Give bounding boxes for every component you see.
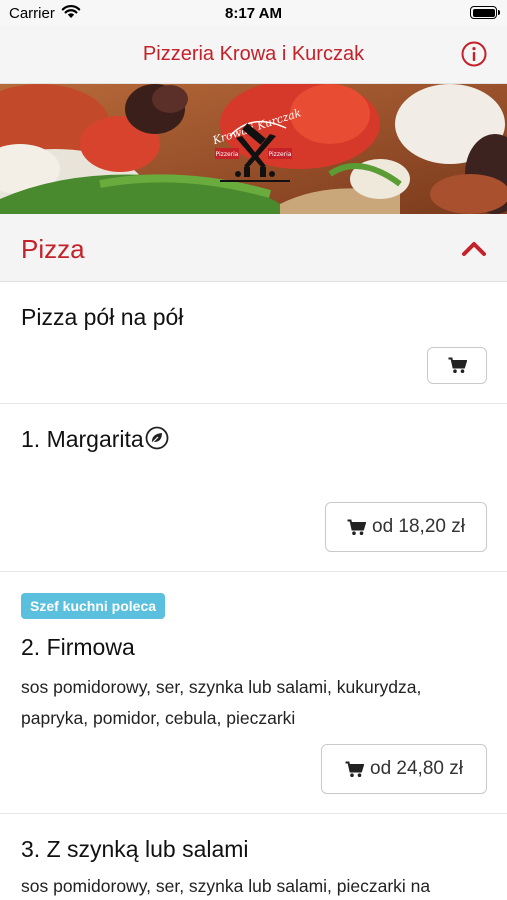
menu-item-description: sos pomidorowy, ser, szynka lub salami, … (21, 677, 422, 728)
chef-recommends-badge: Szef kuchni poleca (21, 593, 166, 619)
logo-sub-left: Pizzeria (216, 151, 239, 158)
status-bar: Carrier 8:17 AM (0, 0, 507, 26)
category-header-pizza[interactable]: Pizza (0, 214, 507, 282)
pizza-banner-image: Krowa i Kurczak Pizzeria Pizzeria (0, 84, 507, 214)
menu-item[interactable]: Pizza pół na pół (0, 283, 507, 404)
add-to-cart-button[interactable] (427, 347, 487, 384)
logo-sub-right: Pizzeria (269, 151, 292, 158)
menu-item[interactable]: 1. Margarita od 18,20 zł (0, 404, 507, 572)
menu-item-description: sos pomidorowy, ser, szynka lub salami, … (21, 876, 431, 896)
menu-item-name: 1. Margarita (21, 426, 169, 453)
add-to-cart-button[interactable]: od 24,80 zł (321, 744, 487, 794)
add-to-cart-button[interactable]: od 18,20 zł (325, 502, 487, 552)
status-time: 8:17 AM (225, 5, 282, 22)
chevron-up-icon[interactable] (461, 239, 487, 257)
menu-item[interactable]: 3. Z szynką lub salami sos pomidorowy, s… (0, 814, 507, 900)
battery-icon (470, 6, 500, 19)
menu-item-name: 2. Firmowa (21, 634, 135, 660)
cart-icon (448, 357, 467, 373)
info-icon[interactable] (461, 41, 487, 67)
menu-item-name: 3. Z szynką lub salami (21, 836, 249, 862)
menu-item-name: Pizza pół na pół (21, 304, 184, 330)
price-label: od 24,80 zł (370, 758, 463, 779)
price-label: od 18,20 zł (372, 516, 465, 537)
hero-banner: Krowa i Kurczak Pizzeria Pizzeria (0, 84, 507, 214)
menu-item[interactable]: Szef kuchni poleca 2. Firmowa sos pomido… (0, 572, 507, 814)
menu-item-name-text: 1. Margarita (21, 426, 144, 452)
page-title: Pizzeria Krowa i Kurczak (142, 43, 365, 65)
vegetarian-leaf-icon (145, 426, 169, 450)
nav-bar: Pizzeria Krowa i Kurczak (0, 26, 507, 84)
cart-icon (347, 519, 367, 535)
cart-icon (345, 761, 365, 777)
category-title: Pizza (21, 234, 85, 264)
